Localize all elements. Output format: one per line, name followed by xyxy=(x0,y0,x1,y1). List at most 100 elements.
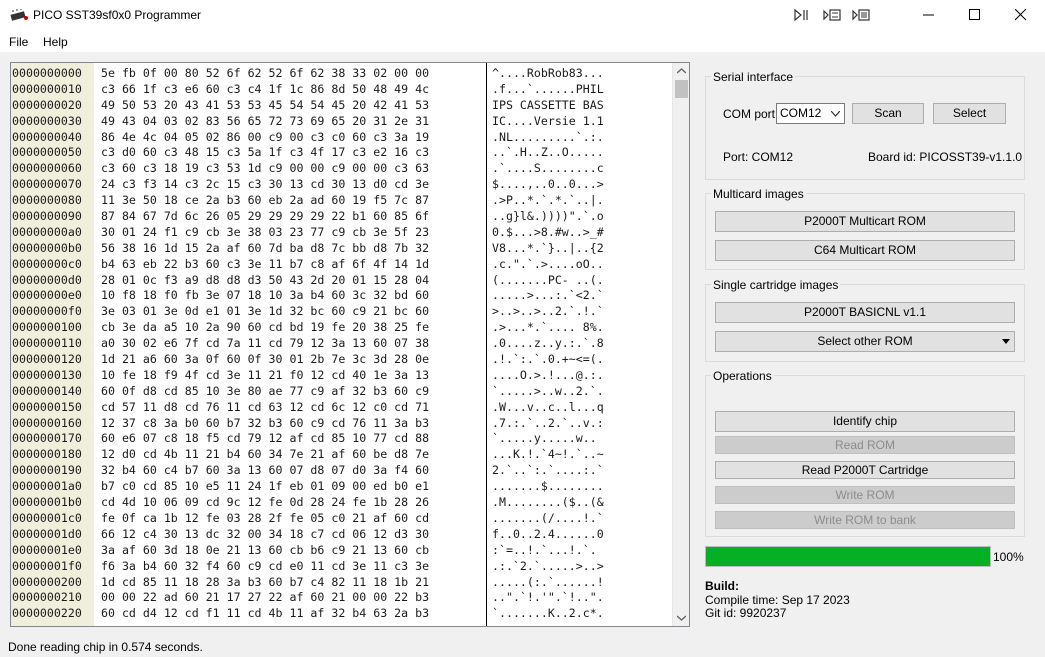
hex-byte-row[interactable]: 60 cd d4 12 cd f1 11 cd 4b 11 af 32 b4 6… xyxy=(101,606,429,622)
hex-byte-row[interactable]: b4 63 eb 22 b3 60 c3 3e 11 b7 c8 af 6f 4… xyxy=(101,257,429,273)
read-rom-button[interactable]: Read ROM xyxy=(715,436,1015,454)
hex-byte-row[interactable]: cd 4d 10 06 09 cd 9c 12 fe 0d 28 24 fe 1… xyxy=(101,495,429,511)
hex-byte-row[interactable]: 60 e6 07 c8 18 f5 cd 79 12 af cd 85 10 7… xyxy=(101,431,429,447)
hex-ascii-row[interactable]: `.......K..2.c*. xyxy=(492,606,604,622)
hex-ascii-row[interactable]: 2.`..`:.`....:.` xyxy=(492,463,604,479)
hex-ascii-row[interactable]: .......$........ xyxy=(492,479,604,495)
p2000t-basicnl-button[interactable]: P2000T BASICNL v1.1 xyxy=(715,302,1015,323)
hex-byte-row[interactable]: f6 3a b4 60 32 f4 60 c9 cd e0 11 cd 3e 1… xyxy=(101,559,429,575)
hex-byte-row[interactable]: 1d cd 85 11 18 28 3a b3 60 b7 c4 82 11 1… xyxy=(101,575,429,591)
identify-chip-button[interactable]: Identify chip xyxy=(715,411,1015,432)
hex-byte-row[interactable]: 32 b4 60 c4 b7 60 3a 13 60 07 d8 07 d0 3… xyxy=(101,463,429,479)
hex-ascii-row[interactable]: .....(:.`......! xyxy=(492,575,604,591)
hex-ascii-row[interactable]: .......(/....!.` xyxy=(492,511,604,527)
hex-byte-row[interactable]: c3 66 1f c3 e6 60 c3 c4 1f 1c 86 8d 50 4… xyxy=(101,82,429,98)
vertical-scrollbar[interactable] xyxy=(672,63,689,626)
hex-byte-row[interactable]: 60 0f d8 cd 85 10 3e 80 ae 77 c9 af 32 b… xyxy=(101,384,429,400)
hex-ascii-row[interactable]: .:.`2.`.....>..> xyxy=(492,559,604,575)
hex-ascii-row[interactable]: .M........($..(& xyxy=(492,495,604,511)
hex-byte-row[interactable]: 3e 03 01 3e 0d e1 01 3e 1d 32 bc 60 c9 2… xyxy=(101,304,429,320)
select-other-rom-dropdown[interactable]: Select other ROM xyxy=(715,331,1015,352)
status-bar: Done reading chip in 0.574 seconds. xyxy=(0,636,1045,657)
hex-byte-row[interactable]: b7 c0 cd 85 10 e5 11 24 1f eb 01 09 00 e… xyxy=(101,479,429,495)
hex-byte-row[interactable]: 11 3e 50 18 ce 2a b3 60 eb 2a ad 60 19 f… xyxy=(101,193,429,209)
hex-byte-row[interactable]: 86 4e 4c 04 05 02 86 00 c9 00 c3 c0 60 c… xyxy=(101,130,429,146)
step-forward-icon[interactable] xyxy=(792,7,812,23)
hex-ascii-row[interactable]: `.....>..w..2.`. xyxy=(492,384,604,400)
hex-ascii-row[interactable]: IPS CASSETTE BAS xyxy=(492,98,604,114)
hex-byte-row[interactable]: fe 0f ca 1b 12 fe 03 28 2f fe 05 c0 21 a… xyxy=(101,511,429,527)
hex-ascii-row[interactable]: .f...`......PHIL xyxy=(492,82,604,98)
hex-byte-row[interactable]: c3 60 c3 18 19 c3 53 1d c9 00 00 c9 00 0… xyxy=(101,161,429,177)
hex-byte-row[interactable]: 49 43 04 03 02 83 56 65 72 73 69 65 20 3… xyxy=(101,114,429,130)
hex-byte-row[interactable]: 1d 21 a6 60 3a 0f 60 0f 30 01 2b 7e 3c 3… xyxy=(101,352,429,368)
hex-ascii-row[interactable]: ...K.!.`4~!.`..~ xyxy=(492,447,604,463)
read-cartridge-button[interactable]: Read P2000T Cartridge xyxy=(715,461,1015,479)
hex-ascii-row[interactable]: .c.".`.>....oO.. xyxy=(492,257,604,273)
hex-byte-row[interactable]: c3 d0 60 c3 48 15 c3 5a 1f c3 4f 17 c3 e… xyxy=(101,145,429,161)
hex-ascii-row[interactable]: $....,..0..0...> xyxy=(492,177,604,193)
hex-ascii-row[interactable]: ..g}l&.))))".`.o xyxy=(492,209,604,225)
hex-byte-row[interactable]: 49 50 53 20 43 41 53 53 45 54 54 45 20 4… xyxy=(101,98,429,114)
hex-ascii-row[interactable]: IC....Versie 1.1 xyxy=(492,114,604,130)
hex-bytes-list[interactable]: 5e fb 0f 00 80 52 6f 62 52 6f 62 38 33 0… xyxy=(101,66,429,622)
hex-ascii-row[interactable]: ^....RobRob83... xyxy=(492,66,604,82)
menu-file[interactable]: File xyxy=(9,35,28,49)
close-button[interactable] xyxy=(998,0,1044,31)
hex-ascii-row[interactable]: .7.:.`..2.`..v.: xyxy=(492,416,604,432)
hex-byte-row[interactable]: 10 fe 18 f9 4f cd 3e 11 21 f0 12 cd 40 1… xyxy=(101,368,429,384)
hex-ascii-row[interactable]: ....O.>.!...@.:. xyxy=(492,368,604,384)
hex-ascii-row[interactable]: `.....y.....w.. xyxy=(492,431,604,447)
write-rom-button[interactable]: Write ROM xyxy=(715,486,1015,504)
c64-multicart-button[interactable]: C64 Multicart ROM xyxy=(715,240,1015,261)
hex-byte-row[interactable]: 5e fb 0f 00 80 52 6f 62 52 6f 62 38 33 0… xyxy=(101,66,429,82)
hex-ascii-row[interactable]: >..>..>..2.`.!.` xyxy=(492,304,604,320)
hex-ascii-row[interactable]: f..0..2.4......0 xyxy=(492,527,604,543)
p2000t-multicart-button[interactable]: P2000T Multicart ROM xyxy=(715,211,1015,232)
menu-help[interactable]: Help xyxy=(43,35,68,49)
minimize-button[interactable] xyxy=(906,0,952,31)
com-port-select[interactable]: COM12 xyxy=(776,103,845,124)
hex-byte-row[interactable]: 10 f8 18 f0 fb 3e 07 18 10 3a b4 60 3c 3… xyxy=(101,288,429,304)
port-status: Port: COM12 xyxy=(723,150,794,164)
hex-byte-row[interactable]: 24 c3 f3 14 c3 2c 15 c3 30 13 cd 30 13 d… xyxy=(101,177,429,193)
hex-byte-row[interactable]: a0 30 02 e6 7f cd 7a 11 cd 79 12 3a 13 6… xyxy=(101,336,429,352)
hex-byte-row[interactable]: 66 12 c4 30 13 dc 32 00 34 18 c7 cd 06 1… xyxy=(101,527,429,543)
hex-byte-row[interactable]: 56 38 16 1d 15 2a af 60 7d ba d8 7c bb d… xyxy=(101,241,429,257)
scroll-down-icon[interactable] xyxy=(677,613,686,622)
hex-ascii-row[interactable]: .NL.........`.:. xyxy=(492,130,604,146)
hex-ascii-row[interactable]: .0....z..y.:.`.8 xyxy=(492,336,604,352)
hex-ascii-row[interactable]: ..`.H..Z..O..... xyxy=(492,145,604,161)
hex-ascii-row[interactable]: .>...*.`.... 8%. xyxy=(492,320,604,336)
select-button[interactable]: Select xyxy=(933,103,1006,124)
hex-byte-row[interactable]: 28 01 0c f3 a9 d8 d8 d3 50 43 2d 20 01 1… xyxy=(101,273,429,289)
list-step-icon[interactable] xyxy=(851,7,871,23)
hex-ascii-row[interactable]: 0.$...>8.#w..>_# xyxy=(492,225,604,241)
hex-byte-row[interactable]: cd 57 11 d8 cd 76 11 cd 63 12 cd 6c 12 c… xyxy=(101,400,429,416)
scroll-thumb[interactable] xyxy=(675,80,688,98)
hex-ascii-row[interactable]: .W...v..c..l...q xyxy=(492,400,604,416)
maximize-button[interactable] xyxy=(952,0,998,31)
hex-byte-row[interactable]: 30 01 24 f1 c9 cb 3e 38 03 23 77 c9 cb 3… xyxy=(101,225,429,241)
scroll-up-icon[interactable] xyxy=(677,67,686,76)
hex-byte-row[interactable]: 3a af 60 3d 18 0e 21 13 60 cb b6 c9 21 1… xyxy=(101,543,429,559)
scan-button[interactable]: Scan xyxy=(852,103,924,124)
hex-ascii-row[interactable]: .`....S........c xyxy=(492,161,604,177)
hex-ascii-row[interactable]: :`=..!.`...!.`. xyxy=(492,543,604,559)
hex-ascii-row[interactable]: .>P..*.`.*.`..|. xyxy=(492,193,604,209)
write-rom-bank-button[interactable]: Write ROM to bank xyxy=(715,511,1015,529)
hex-ascii-row[interactable]: .!.`:.`.0.+~<=(. xyxy=(492,352,604,368)
hex-address: 00000001e0 xyxy=(12,542,82,557)
hex-byte-row[interactable]: 00 00 22 ad 60 21 17 27 22 af 60 21 00 0… xyxy=(101,590,429,606)
hex-ascii-row[interactable]: ..".`!.'".`!..". xyxy=(492,590,604,606)
list-forward-icon[interactable] xyxy=(822,7,842,23)
hex-byte-row[interactable]: 12 d0 cd 4b 11 21 b4 60 34 7e 21 af 60 b… xyxy=(101,447,429,463)
hex-byte-row[interactable]: 87 84 67 7d 6c 26 05 29 29 29 29 22 b1 6… xyxy=(101,209,429,225)
ascii-list[interactable]: ^....RobRob83... .f...`......PHIL IPS CASS… xyxy=(492,66,604,622)
hex-byte-row[interactable]: 12 37 c8 3a b0 60 b7 32 b3 60 c9 cd 76 1… xyxy=(101,416,429,432)
hex-byte-row[interactable]: cb 3e da a5 10 2a 90 60 cd bd 19 fe 20 3… xyxy=(101,320,429,336)
hex-ascii-row[interactable]: .....>...:.`<2.` xyxy=(492,288,604,304)
hex-ascii-row[interactable]: (.......PC- ..(. xyxy=(492,273,604,289)
hex-view[interactable]: 0000000000 0000000010 0000000020 0000000030… xyxy=(10,62,690,627)
hex-ascii-row[interactable]: V8...*.`}..|..{2 xyxy=(492,241,604,257)
